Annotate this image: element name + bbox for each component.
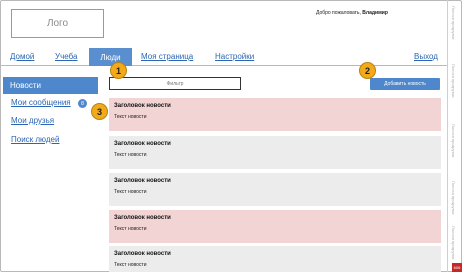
news-item[interactable]: Заголовок новости Текст новости bbox=[109, 246, 441, 272]
news-text: Текст новости bbox=[114, 226, 147, 232]
news-text: Текст новости bbox=[114, 262, 147, 268]
messages-count-badge: 8 bbox=[78, 99, 87, 108]
news-title: Заголовок новости bbox=[114, 141, 171, 147]
nav-my-page[interactable]: Моя страница bbox=[141, 52, 193, 61]
rail-label: Полоса прокрутки bbox=[451, 64, 456, 98]
add-news-button[interactable]: Добавить новость bbox=[370, 78, 440, 90]
add-news-label: Добавить новость bbox=[384, 81, 426, 87]
welcome-message: Добро пожаловать, Владимир bbox=[316, 10, 388, 16]
sidebar-item-search-people[interactable]: Поиск людей bbox=[11, 135, 59, 144]
news-title: Заголовок новости bbox=[114, 103, 171, 109]
news-item[interactable]: Заголовок новости Текст новости bbox=[109, 173, 441, 206]
rail-label: Полоса прокрутки bbox=[451, 124, 456, 158]
news-item[interactable]: Заголовок новости Текст новости bbox=[109, 136, 441, 169]
top-navigation: Домой Учеба Люди Моя страница Настройки … bbox=[0, 48, 447, 66]
filter-input[interactable] bbox=[109, 77, 241, 90]
nav-logout[interactable]: Выход bbox=[414, 52, 438, 61]
sidebar-item-news-label: Новости bbox=[10, 81, 41, 90]
nav-people-active[interactable]: Люди bbox=[89, 48, 132, 66]
news-text: Текст новости bbox=[114, 114, 147, 120]
annotation-marker-1: 1 bbox=[110, 62, 127, 79]
nav-people-label: Люди bbox=[100, 52, 121, 62]
welcome-user: Владимир bbox=[362, 10, 388, 16]
news-text: Текст новости bbox=[114, 152, 147, 158]
sidebar-item-news[interactable]: Новости bbox=[3, 77, 98, 94]
news-title: Заголовок новости bbox=[114, 215, 171, 221]
sidebar-item-friends[interactable]: Мои друзья bbox=[11, 116, 54, 125]
logo: Лого bbox=[11, 9, 104, 38]
logo-text: Лого bbox=[46, 18, 69, 29]
rail-label: Полоса прокрутки bbox=[451, 6, 456, 40]
news-item[interactable]: Заголовок новости Текст новости bbox=[109, 210, 441, 243]
annotation-marker-3: 3 bbox=[91, 103, 108, 120]
rail-label: Полоса прокрутки bbox=[451, 226, 456, 260]
news-title: Заголовок новости bbox=[114, 251, 171, 257]
annotation-marker-2: 2 bbox=[359, 62, 376, 79]
sidebar-item-messages[interactable]: Мои сообщения bbox=[11, 98, 71, 107]
welcome-prefix: Добро пожаловать, bbox=[316, 10, 363, 16]
rail-label: Полоса прокрутки bbox=[451, 181, 456, 215]
news-title: Заголовок новости bbox=[114, 178, 171, 184]
corner-badge: 606 bbox=[452, 263, 462, 272]
news-item[interactable]: Заголовок новости Текст новости bbox=[109, 98, 441, 131]
nav-settings[interactable]: Настройки bbox=[215, 52, 254, 61]
nav-study[interactable]: Учеба bbox=[55, 52, 77, 61]
nav-home[interactable]: Домой bbox=[10, 52, 34, 61]
news-text: Текст новости bbox=[114, 189, 147, 195]
